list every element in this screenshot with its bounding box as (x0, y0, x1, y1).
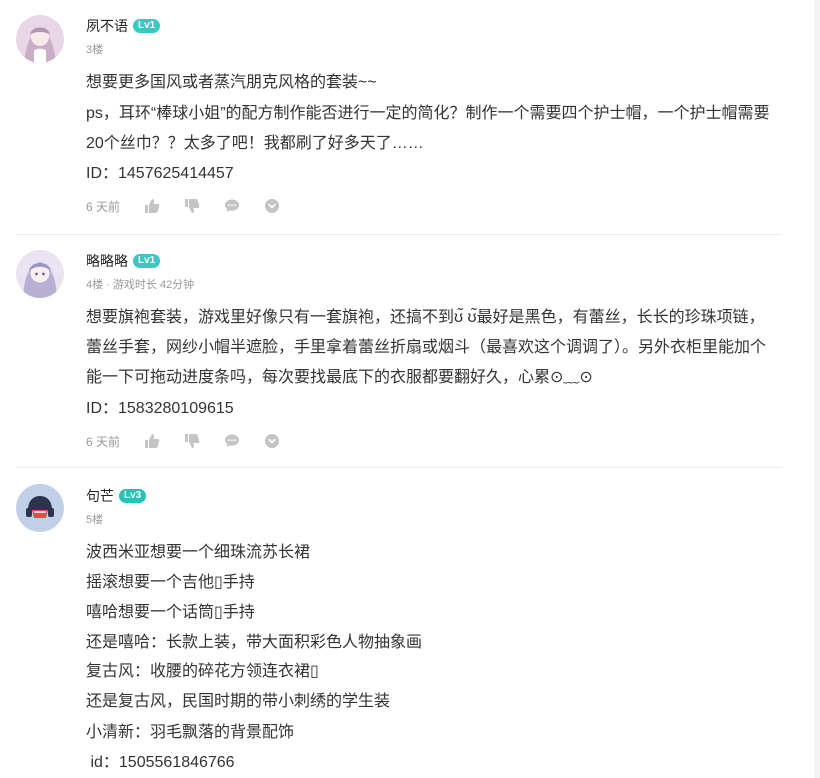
comment-text-line: ID：1457625414457 (86, 165, 234, 182)
comment-text-line: 想要更多国风或者蒸汽朋克风格的套装~~ (86, 74, 377, 91)
comment-floor-4: 略略略 Lv1 4楼 · 游戏时长 42分钟 想要旗袍套装，游戏里好像只有一套旗袍… (16, 236, 782, 468)
comment-text-line: 想要旗袍套装，游戏里好像只有一套旗袍，还搞不到ʊ̃ ʊ̃最好是黑色，有蕾丝，长长… (86, 309, 765, 326)
timestamp: 6 天前 (86, 434, 121, 449)
comment-header: 句芒 Lv3 (86, 486, 147, 506)
floor-meta: 4楼 · 游戏时长 42分钟 (86, 279, 195, 291)
comment-text-line: 蕾丝手套，网纱小帽半遮脸，手里拿着蕾丝折扇或烟斗（最喜欢这个调调了）。另外衣柜里… (86, 339, 767, 356)
avatar[interactable] (16, 15, 64, 63)
thumbs-down-icon[interactable] (184, 431, 224, 451)
username[interactable]: 夙不语 (86, 16, 128, 36)
thumbs-up-icon[interactable] (144, 431, 184, 451)
thumbs-down-icon[interactable] (184, 196, 224, 216)
timestamp: 6 天前 (86, 199, 121, 214)
username[interactable]: 句芒 (86, 486, 114, 506)
floor-meta: 5楼 (86, 514, 104, 526)
speech-bubble-icon[interactable] (224, 431, 264, 451)
comment-text-line: 复古风：收腰的碎花方领连衣裙▯ (86, 663, 319, 680)
speech-bubble-icon[interactable] (224, 196, 264, 216)
comment-actions: 6 天前 (86, 196, 304, 216)
comment-text-line: 还是嘻哈：长款上装，带大面积彩色人物抽象画 (86, 634, 423, 651)
comment-text-line: 20个丝巾？？太多了吧！我都刷了好多天了…… (86, 135, 424, 152)
username[interactable]: 略略略 (86, 251, 128, 271)
comment-text-line: 波西米亚想要一个细珠流苏长裙 (86, 544, 311, 561)
comment-actions: 6 天前 (86, 431, 304, 451)
comment-header: 夙不语 Lv1 (86, 16, 161, 36)
level-badge: Lv1 (133, 254, 161, 268)
scrollbar-track[interactable] (814, 0, 820, 778)
comment-header: 略略略 Lv1 (86, 251, 161, 271)
comment-text-line: 能一下可拖动进度条吗，每次要找最底下的衣服都要翻好久，心累⊙﹏⊙ (86, 369, 593, 386)
level-badge: Lv3 (119, 489, 147, 503)
comment-floor-5: 句芒 Lv3 5楼 波西米亚想要一个细珠流苏长裙 摇滚想要一个吉他▯手持 嘻哈想要… (16, 468, 782, 778)
comment-text-line: 嘻哈想要一个话筒▯手持 (86, 604, 255, 621)
thumbs-up-icon[interactable] (144, 196, 184, 216)
chevron-down-circle-icon[interactable] (264, 196, 304, 216)
comment-divider (16, 234, 782, 235)
comment-text-line: ID：1583280109615 (86, 400, 234, 417)
avatar[interactable] (16, 250, 64, 298)
comment-text-line: 还是复古风，民国时期的带小刺绣的学生装 (86, 693, 391, 710)
floor-meta: 3楼 (86, 44, 104, 56)
comment-text-line: 小清新：羽毛飘落的背景配饰 (86, 724, 295, 741)
level-badge: Lv1 (133, 19, 161, 33)
avatar[interactable] (16, 484, 64, 532)
comment-text-line: 摇滚想要一个吉他▯手持 (86, 574, 255, 591)
comment-text-line: ps，耳环“棒球小姐”的配方制作能否进行一定的简化？制作一个需要四个护士帽，一个… (86, 105, 770, 122)
chevron-down-circle-icon[interactable] (264, 431, 304, 451)
comment-floor-3: 夙不语 Lv1 3楼 想要更多国风或者蒸汽朋克风格的套装~~ ps，耳环“棒球小姐… (16, 0, 782, 236)
comment-text-line: id：1505561846766 (86, 754, 235, 771)
